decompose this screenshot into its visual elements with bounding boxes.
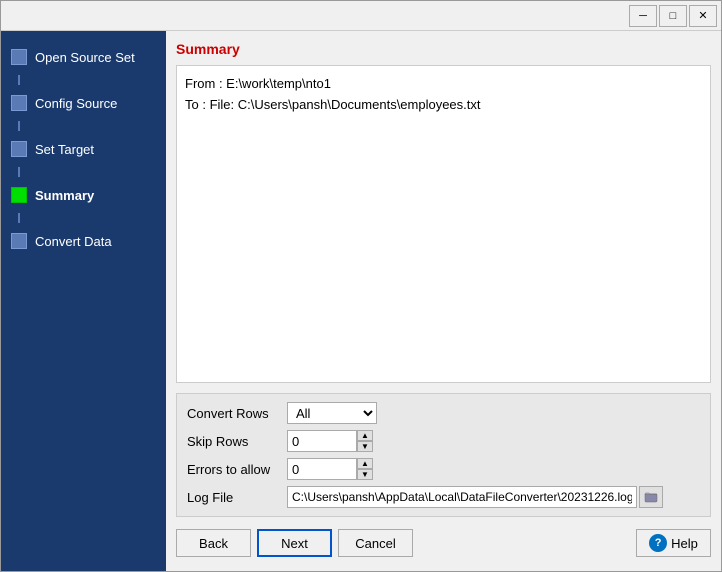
sidebar-item-convert-data[interactable]: Convert Data [1, 225, 166, 257]
close-button[interactable]: ✕ [689, 5, 717, 27]
connector-4 [18, 213, 20, 223]
step-indicator-2 [11, 95, 27, 111]
form-area: Convert Rows All Range First N Skip Rows [176, 393, 711, 517]
step-indicator-1 [11, 49, 27, 65]
sidebar-item-open-source-set[interactable]: Open Source Set [1, 41, 166, 73]
log-file-row: Log File [187, 486, 700, 508]
connector-2 [18, 121, 20, 131]
maximize-button[interactable]: □ [659, 5, 687, 27]
skip-rows-label: Skip Rows [187, 434, 287, 449]
skip-rows-row: Skip Rows ▲ ▼ [187, 430, 700, 452]
errors-to-allow-row: Errors to allow ▲ ▼ [187, 458, 700, 480]
errors-spinner: ▲ ▼ [287, 458, 373, 480]
errors-to-allow-label: Errors to allow [187, 462, 287, 477]
log-file-browse-button[interactable] [639, 486, 663, 508]
skip-rows-spinner-buttons: ▲ ▼ [357, 430, 373, 452]
summary-box: From : E:\work\temp\nto1 To : File: C:\U… [176, 65, 711, 383]
skip-rows-down-button[interactable]: ▼ [357, 441, 373, 452]
convert-rows-select[interactable]: All Range First N [287, 402, 377, 424]
back-button[interactable]: Back [176, 529, 251, 557]
content-area: Summary From : E:\work\temp\nto1 To : Fi… [166, 31, 721, 571]
log-file-label: Log File [187, 490, 287, 505]
main-layout: Open Source Set Config Source Set Target… [1, 31, 721, 571]
summary-line-1: From : E:\work\temp\nto1 [185, 74, 702, 95]
minimize-button[interactable]: ─ [629, 5, 657, 27]
title-bar-controls: ─ □ ✕ [629, 5, 717, 27]
log-file-input[interactable] [287, 486, 637, 508]
convert-rows-control: All Range First N [287, 402, 377, 424]
sidebar-item-summary[interactable]: Summary [1, 179, 166, 211]
step-indicator-5 [11, 233, 27, 249]
errors-to-allow-input[interactable] [287, 458, 357, 480]
sidebar: Open Source Set Config Source Set Target… [1, 31, 166, 571]
errors-down-button[interactable]: ▼ [357, 469, 373, 480]
errors-up-button[interactable]: ▲ [357, 458, 373, 469]
help-icon: ? [649, 534, 667, 552]
skip-rows-spinner: ▲ ▼ [287, 430, 373, 452]
log-file-control [287, 486, 663, 508]
convert-rows-row: Convert Rows All Range First N [187, 402, 700, 424]
sidebar-item-set-target[interactable]: Set Target [1, 133, 166, 165]
errors-spinner-buttons: ▲ ▼ [357, 458, 373, 480]
connector-1 [18, 75, 20, 85]
step-indicator-4 [11, 187, 27, 203]
bottom-bar: Back Next Cancel ? Help [176, 525, 711, 561]
section-title: Summary [176, 41, 711, 57]
step-indicator-3 [11, 141, 27, 157]
bottom-left-buttons: Back Next Cancel [176, 529, 413, 557]
skip-rows-input[interactable] [287, 430, 357, 452]
sidebar-item-config-source[interactable]: Config Source [1, 87, 166, 119]
convert-rows-label: Convert Rows [187, 406, 287, 421]
next-button[interactable]: Next [257, 529, 332, 557]
summary-line-2: To : File: C:\Users\pansh\Documents\empl… [185, 95, 702, 116]
bottom-right-buttons: ? Help [636, 529, 711, 557]
help-button[interactable]: ? Help [636, 529, 711, 557]
skip-rows-up-button[interactable]: ▲ [357, 430, 373, 441]
folder-icon [644, 490, 658, 504]
cancel-button[interactable]: Cancel [338, 529, 413, 557]
help-label: Help [671, 536, 698, 551]
connector-3 [18, 167, 20, 177]
title-bar: ─ □ ✕ [1, 1, 721, 31]
main-window: ─ □ ✕ Open Source Set Config Source Set … [0, 0, 722, 572]
